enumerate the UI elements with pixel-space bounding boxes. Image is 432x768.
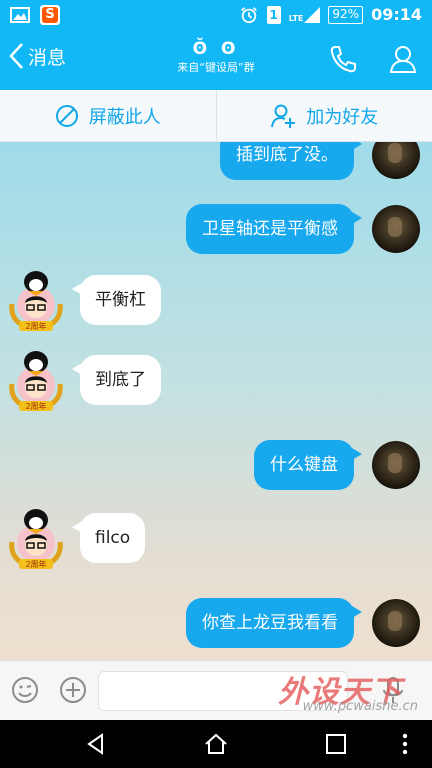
network-type-label: LTE: [288, 13, 304, 23]
message-row-incoming: 2周年 到底了: [6, 348, 161, 412]
watermark-url: www.pcwaishe.cn: [302, 699, 418, 714]
chat-message-list[interactable]: 插到底了没。 卫星轴还是平衡感 2周年 平衡杠 2周年 到底了 什么键盘 2周年…: [0, 142, 432, 660]
anniversary-badge: 2周年: [25, 559, 46, 569]
phone-icon[interactable]: [328, 44, 358, 74]
menu-dots-icon[interactable]: [400, 732, 410, 756]
message-bubble-outgoing[interactable]: 卫星轴还是平衡感: [186, 204, 362, 254]
system-nav-bar: [0, 720, 432, 768]
self-avatar[interactable]: [372, 142, 420, 179]
status-bar: S 1 LTE 92% 09:14: [0, 0, 432, 30]
message-bubble-incoming[interactable]: 到底了: [72, 355, 161, 405]
message-row-outgoing: 插到底了没。: [220, 142, 420, 180]
sogou-notification-icon: S: [40, 5, 60, 25]
add-friend-icon: [271, 104, 296, 128]
friend-avatar[interactable]: 2周年: [6, 348, 66, 412]
message-row-outgoing: 卫星轴还是平衡感: [186, 204, 420, 254]
back-triangle-icon[interactable]: [84, 732, 108, 756]
add-friend-label: 加为好友: [306, 106, 379, 128]
recent-apps-icon[interactable]: [324, 732, 348, 756]
emoji-icon[interactable]: [10, 675, 40, 705]
alarm-icon: [240, 6, 257, 23]
message-row-incoming: 2周年 filco: [6, 506, 146, 570]
message-row-incoming: 2周年 平衡杠: [6, 268, 161, 332]
profile-icon[interactable]: [388, 44, 418, 74]
gallery-notification-icon: [10, 7, 30, 23]
battery-indicator: 92%: [328, 5, 364, 24]
self-avatar[interactable]: [372, 599, 420, 647]
friend-avatar[interactable]: 2周年: [6, 506, 66, 570]
add-friend-button[interactable]: 加为好友: [215, 90, 432, 141]
message-bubble-incoming[interactable]: 平衡杠: [72, 275, 161, 325]
self-avatar[interactable]: [372, 441, 420, 489]
message-bubble-outgoing[interactable]: 什么键盘: [254, 440, 362, 490]
home-icon[interactable]: [203, 732, 229, 756]
add-more-icon[interactable]: [58, 675, 88, 705]
title-bar: 消息 ʘ̆ ʘ 来自“键设局”群: [0, 30, 432, 90]
block-user-label: 屏蔽此人: [88, 106, 161, 128]
message-bubble-incoming[interactable]: filco: [71, 513, 146, 563]
stranger-action-bar: 屏蔽此人 加为好友: [0, 90, 432, 142]
anniversary-badge: 2周年: [25, 401, 46, 411]
friend-avatar[interactable]: 2周年: [6, 268, 66, 332]
anniversary-badge: 2周年: [25, 321, 46, 331]
message-bubble-outgoing[interactable]: 插到底了没。: [220, 142, 362, 180]
message-bubble-outgoing[interactable]: 你查上龙豆我看看: [186, 598, 362, 648]
message-input-bar: 外设天下 www.pcwaishe.cn: [0, 660, 432, 720]
block-icon: [55, 104, 78, 127]
message-row-outgoing: 你查上龙豆我看看: [186, 598, 420, 648]
signal-icon: LTE: [288, 6, 321, 23]
block-user-button[interactable]: 屏蔽此人: [0, 90, 216, 141]
status-time: 09:14: [371, 5, 422, 24]
sim-slot-indicator: 1: [266, 5, 281, 24]
self-avatar[interactable]: [372, 205, 420, 253]
message-row-outgoing: 什么键盘: [254, 440, 420, 490]
